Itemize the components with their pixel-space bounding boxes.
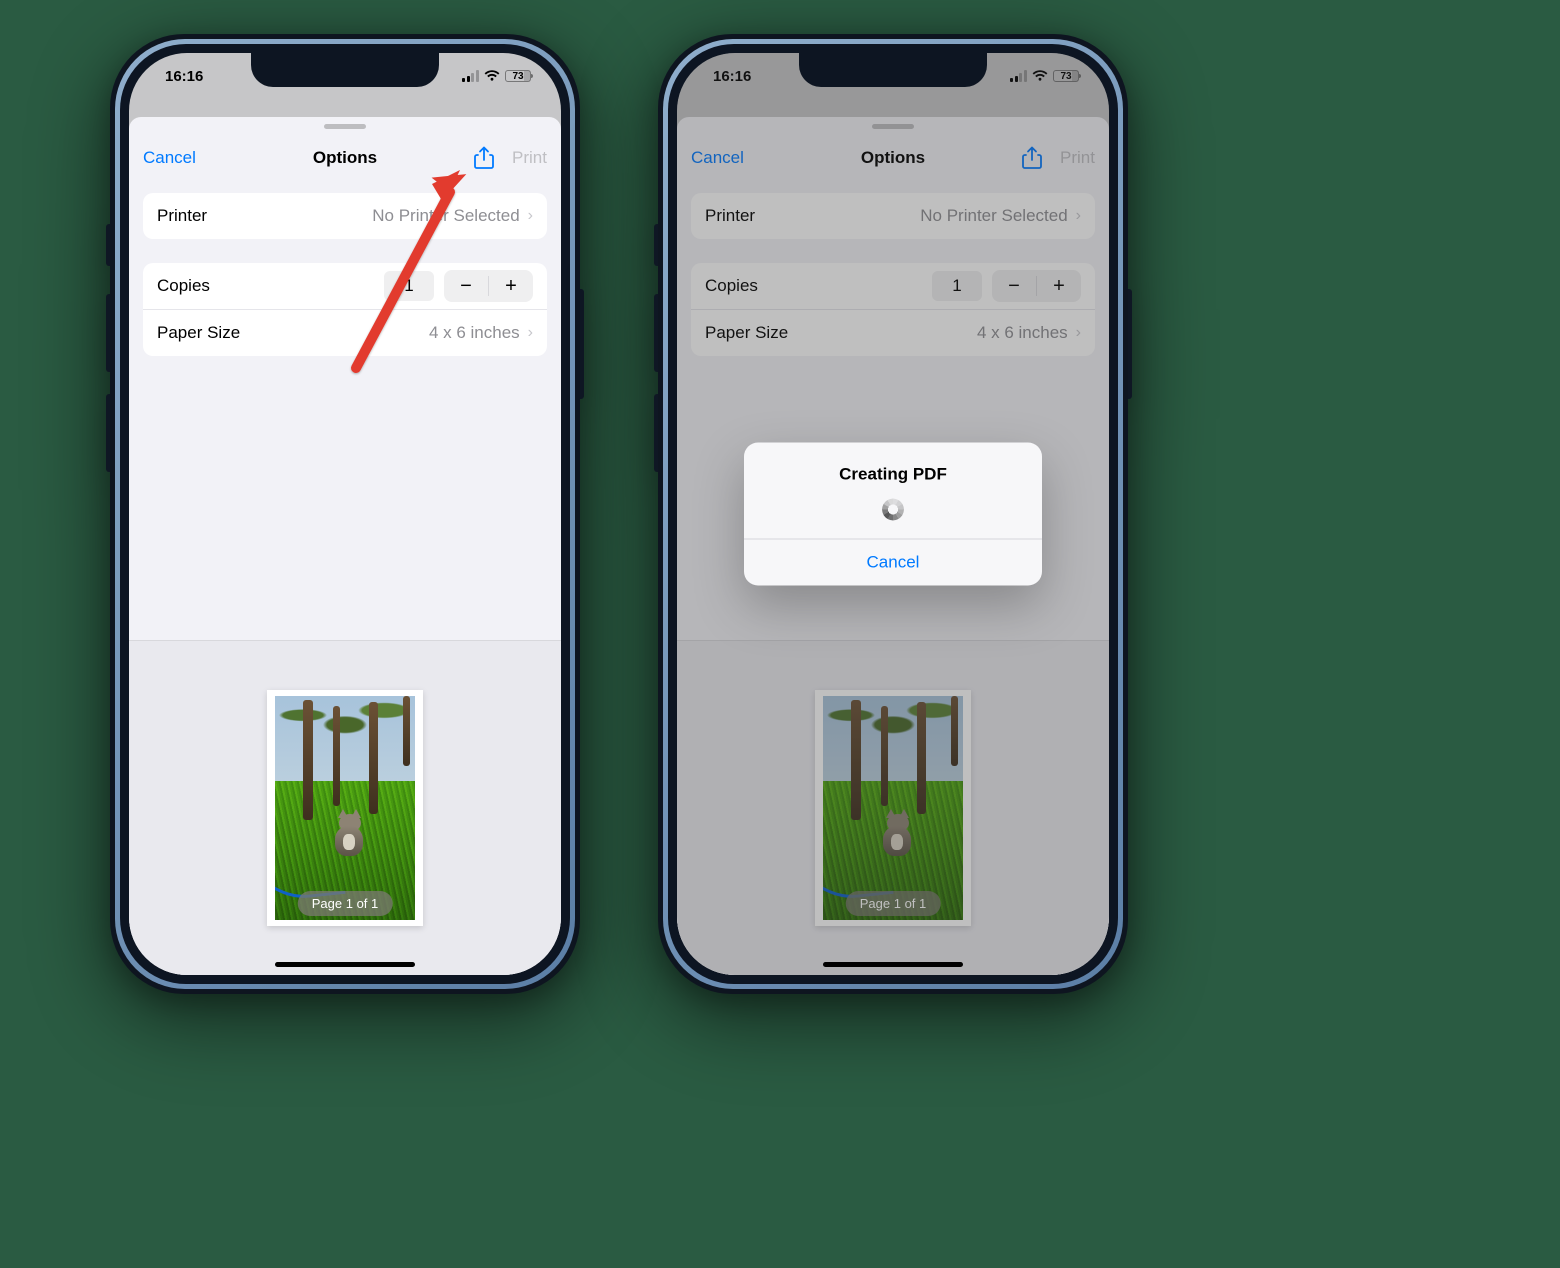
printer-value: No Printer Selected [372, 206, 519, 226]
battery-icon: 73 [505, 70, 531, 82]
cellular-icon [462, 70, 479, 82]
phone-left: 16:16 73 Cancel Options [110, 34, 580, 994]
share-icon [474, 146, 494, 170]
paper-size-value: 4 x 6 inches [429, 323, 520, 343]
home-indicator[interactable] [823, 962, 963, 967]
paper-size-label: Paper Size [157, 323, 240, 343]
wifi-icon [484, 70, 500, 82]
navbar: Cancel Options Print [129, 135, 561, 181]
printer-label: Printer [157, 206, 207, 226]
notch [251, 53, 439, 87]
preview-page[interactable]: Page 1 of 1 [267, 690, 423, 926]
navbar-title: Options [313, 148, 377, 168]
print-button[interactable]: Print [512, 148, 547, 168]
copies-increment-button[interactable]: + [489, 270, 533, 302]
share-button[interactable] [474, 146, 494, 170]
copies-label: Copies [157, 276, 210, 296]
print-preview-area[interactable]: Page 1 of 1 [129, 640, 561, 975]
creating-pdf-alert: Creating PDF Cancel [744, 443, 1042, 586]
status-time: 16:16 [165, 68, 203, 85]
paper-size-row[interactable]: Paper Size 4 x 6 inches › [143, 310, 547, 356]
copies-decrement-button[interactable]: − [444, 270, 488, 302]
phone-right: 16:16 73 Cancel Options [658, 34, 1128, 994]
copies-row: Copies 1 − + [143, 263, 547, 310]
notch [799, 53, 987, 87]
chevron-right-icon: › [528, 324, 533, 342]
sheet-grabber[interactable] [129, 117, 561, 135]
spinner-icon [882, 499, 904, 521]
printer-row[interactable]: Printer No Printer Selected › [143, 193, 547, 239]
copies-stepper: − + [444, 270, 533, 302]
alert-cancel-button[interactable]: Cancel [744, 540, 1042, 586]
cancel-button[interactable]: Cancel [143, 148, 196, 168]
print-options-sheet: Cancel Options Print [129, 117, 561, 975]
copies-value[interactable]: 1 [384, 271, 434, 301]
page-indicator-badge: Page 1 of 1 [298, 891, 393, 916]
home-indicator[interactable] [275, 962, 415, 967]
chevron-right-icon: › [528, 207, 533, 225]
alert-title: Creating PDF [762, 465, 1024, 485]
preview-photo [275, 696, 415, 920]
